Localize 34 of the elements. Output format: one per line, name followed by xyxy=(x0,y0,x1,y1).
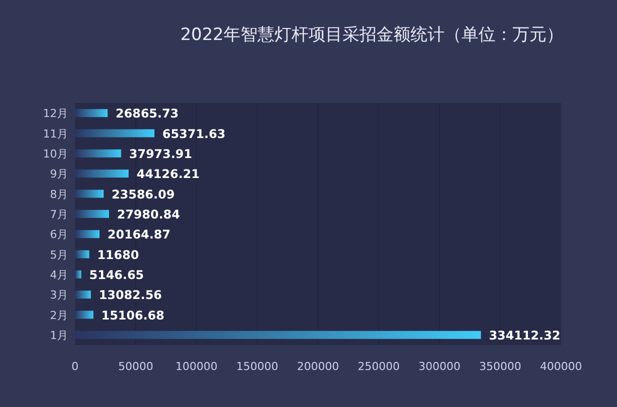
axis-label: 10月 xyxy=(43,147,68,160)
tick-label: 50000 xyxy=(118,360,154,373)
axis-label: 1月 xyxy=(50,328,68,342)
data-label: 334112.32 xyxy=(488,328,560,342)
data-label: 5146.65 xyxy=(89,268,144,282)
data-label: 27980.84 xyxy=(117,207,180,222)
tick-label: 0 xyxy=(72,360,78,373)
tick-label: 100000 xyxy=(176,360,218,373)
data-label: 44126.21 xyxy=(136,167,200,182)
tick-label: 250000 xyxy=(358,360,400,373)
data-label: 23586.09 xyxy=(112,187,175,202)
axis-label: 4月 xyxy=(50,268,68,282)
data-label: 11680 xyxy=(97,248,139,262)
axis-label: 12月 xyxy=(43,107,68,120)
axis-label: 8月 xyxy=(50,188,68,201)
axis-label: 5月 xyxy=(50,248,68,262)
data-label: 37973.91 xyxy=(129,146,192,161)
axis-label: 6月 xyxy=(50,228,68,242)
data-label: 15106.68 xyxy=(101,308,164,322)
tick-label: 300000 xyxy=(418,360,460,373)
tick-label: 400000 xyxy=(540,360,582,373)
axis-label: 9月 xyxy=(50,168,68,181)
tick-label: 150000 xyxy=(236,360,278,373)
tick-label: 200000 xyxy=(297,360,339,373)
data-label: 13082.56 xyxy=(98,288,162,302)
axis-label: 3月 xyxy=(50,288,68,302)
axis-label: 2月 xyxy=(50,308,68,322)
axis-label: 7月 xyxy=(50,208,68,221)
data-label: 65371.63 xyxy=(162,126,226,141)
data-label: 26865.73 xyxy=(116,106,179,121)
data-label: 20164.87 xyxy=(108,228,171,242)
axis-label: 11月 xyxy=(43,127,68,140)
chart-title: 2022年智慧灯杆项目采招金额统计（单位：万元） xyxy=(180,25,564,45)
tick-label: 350000 xyxy=(479,360,522,373)
